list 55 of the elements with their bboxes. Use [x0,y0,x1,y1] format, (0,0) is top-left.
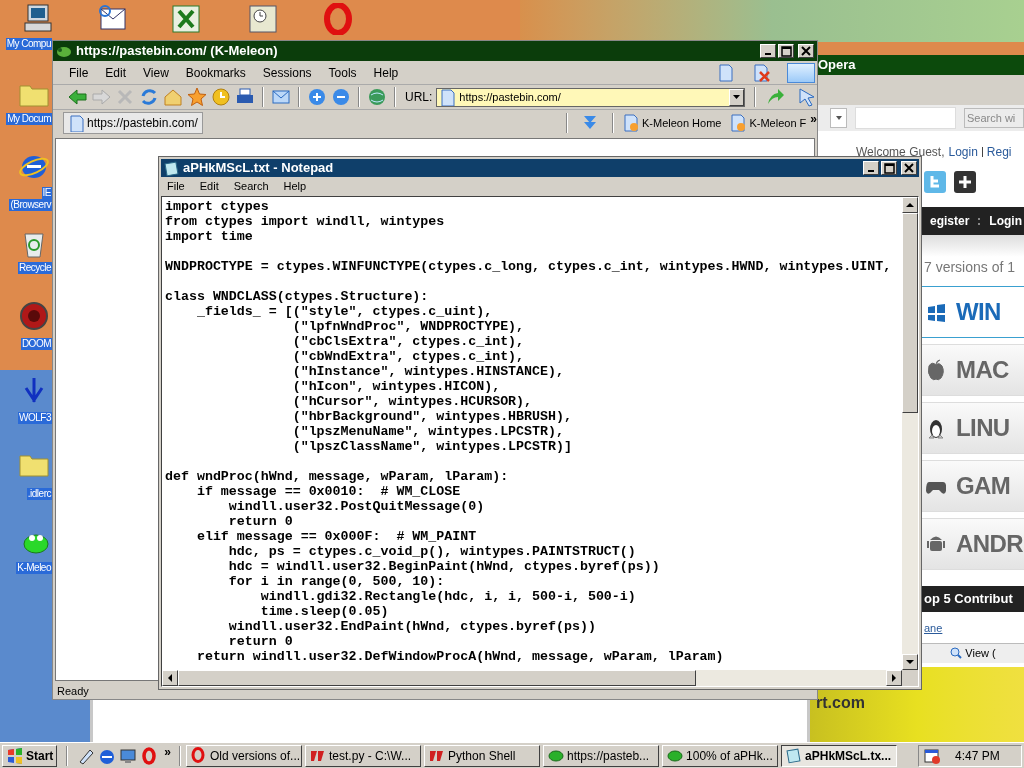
start-button[interactable]: Start [2,744,58,767]
status-text: Ready [57,683,89,699]
menu-item[interactable]: Edit [199,177,219,195]
taskbar-button[interactable]: https://pasteb... [543,744,660,767]
versions-heading: 7 versions of 1 [924,258,1016,277]
bookmark-link[interactable]: K-Meleon Home [621,113,722,133]
window-title: Opera [818,56,856,75]
menu-item[interactable]: Search [233,177,269,195]
browser-tab[interactable]: https://pastebin.com/ [63,112,203,134]
bookmark-link[interactable]: K-Meleon F [729,113,807,133]
menu-item[interactable]: File [69,63,89,82]
desktop-icon-label[interactable]: WOLF3 [18,412,52,424]
taskbar-button[interactable]: test.py - C:\W... [305,744,422,767]
menu-item[interactable]: Help [373,63,399,82]
menu-item[interactable]: Tools [328,63,357,82]
platform-tile[interactable]: LINU [922,402,1024,454]
menu-item[interactable]: Help [283,177,307,195]
desktop-icon-label[interactable]: K-Meleo [16,562,52,574]
menu-item[interactable]: Edit [105,63,127,82]
desktop-icon-label[interactable]: My Compu [5,38,52,50]
taskbar-button[interactable]: aPHkMScL.tx... [781,744,898,767]
taskbar-button[interactable]: Old versions of... [186,744,303,767]
menu-item[interactable]: File [167,177,185,195]
desktop-icon-label[interactable]: (Browserv [9,199,52,211]
login-link[interactable]: Login [948,143,978,161]
welcome-text: Welcome Guest, [856,144,945,161]
window-title: aPHkMScL.txt - Notepad [183,159,335,178]
clock-text: 4:47 PM [955,747,1000,765]
desktop-icon-label[interactable]: IE [41,187,52,199]
login-link[interactable]: Login [989,212,1022,230]
more-button[interactable]: » [164,743,172,761]
taskbar-button[interactable]: Python Shell [424,744,541,767]
platform-tile[interactable]: MAC [922,344,1024,396]
url-label: URL: [405,89,433,106]
taskbar-button[interactable]: 100% of aPHk... [662,744,779,767]
menu-item[interactable]: View [143,63,169,82]
user-link[interactable]: ane [924,620,1024,637]
window-title: https://pastebin.com/ (K-Meleon) [76,42,279,61]
url-field[interactable]: https://pastebin.com/ [436,87,746,107]
desktop-icon-label[interactable]: DOOM [20,338,52,350]
footer-text: rt.com [816,693,865,711]
register-link[interactable]: Regi [986,143,1012,161]
platform-tile[interactable]: ANDR [922,518,1024,570]
view-button[interactable]: View ( [922,642,1024,663]
platform-tile[interactable]: GAM [922,460,1024,512]
search-field[interactable]: Search wi [964,108,1024,128]
menu-item[interactable]: Bookmarks [185,63,246,82]
desktop-icon-label[interactable]: .idlerc [26,488,52,500]
desktop-icon-label[interactable]: My Docum [6,113,52,125]
platform-tile[interactable]: WIN [922,286,1024,338]
register-link[interactable]: egister [930,212,970,230]
more-bookmarks-button[interactable]: » [810,110,817,128]
section-header: op 5 Contribut [922,586,1024,612]
menu-item[interactable]: Sessions [262,63,312,82]
desktop-icon-label[interactable]: Recycle [17,262,52,274]
